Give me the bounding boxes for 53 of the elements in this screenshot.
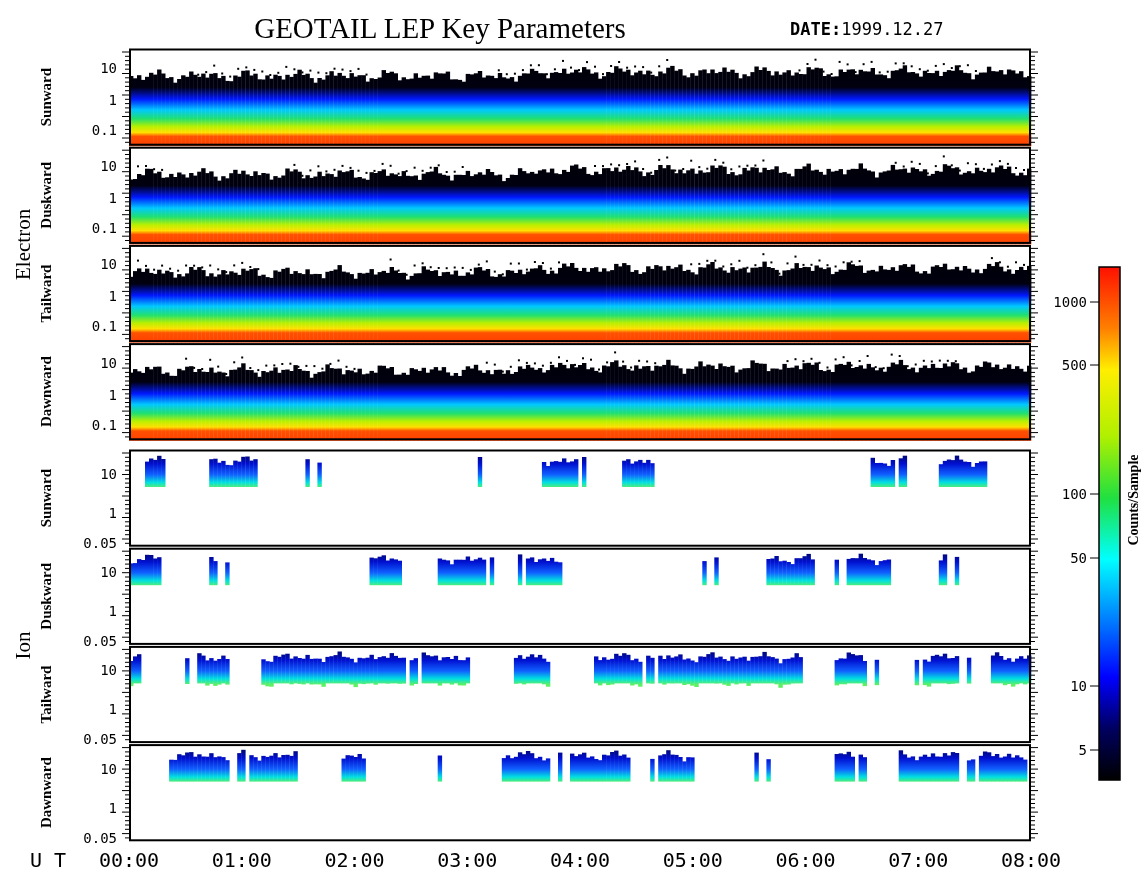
axis-tick-label: 10 bbox=[100, 60, 117, 76]
axis-tick-label: 0.05 bbox=[83, 633, 117, 650]
colorbar-label: Counts/Sample bbox=[1126, 454, 1141, 546]
axis-tick-label: 1 bbox=[108, 92, 117, 108]
axis-tick-label: 10 bbox=[100, 354, 117, 371]
axis-tick-label: 0.1 bbox=[91, 122, 117, 138]
axis-tick-label: 1 bbox=[108, 603, 117, 620]
axis-tick-label: 1 bbox=[108, 386, 117, 403]
axis-tick-label: 1 bbox=[108, 505, 117, 521]
axis-label: U T bbox=[29, 848, 67, 872]
time-tick-label: 00:00 bbox=[98, 848, 160, 872]
panel-label: Tailward bbox=[38, 264, 54, 323]
axis-tick-label: 10 bbox=[100, 760, 117, 777]
colorbar-tick-label: 5 bbox=[1078, 742, 1087, 758]
colorbar-tick-label: 10 bbox=[1070, 678, 1087, 694]
axis-tick-label: 10 bbox=[100, 256, 117, 273]
axis-tick-label: 10 bbox=[100, 158, 117, 175]
time-tick-label: 02:00 bbox=[324, 848, 385, 872]
panel-label: Dawnward bbox=[38, 356, 54, 428]
axis-tick-label: 0.05 bbox=[83, 535, 117, 551]
axis-tick-label: 10 bbox=[100, 662, 117, 679]
panel-label: Sunward bbox=[38, 67, 54, 127]
axis-tick-label: 0.05 bbox=[83, 829, 117, 846]
time-tick-label: 04:00 bbox=[549, 848, 611, 872]
panel-label: Tailward bbox=[38, 665, 54, 724]
time-tick-label: 07:00 bbox=[888, 848, 949, 872]
panel-label: Duskward bbox=[38, 161, 54, 229]
time-tick-label: 03:00 bbox=[437, 848, 498, 872]
axis-tick-label: 1 bbox=[108, 288, 117, 305]
colorbar-tick-label: 50 bbox=[1070, 550, 1087, 566]
axis-tick-label: 1 bbox=[108, 701, 117, 718]
axis-tick-label: 1 bbox=[108, 190, 117, 207]
panel-label: Dawnward bbox=[38, 757, 54, 829]
panel-label: Sunward bbox=[38, 468, 54, 528]
time-tick-label: 06:00 bbox=[775, 848, 836, 872]
axis-tick-label: 0.05 bbox=[83, 731, 117, 748]
time-tick-label: 01:00 bbox=[211, 848, 272, 872]
plot-title: GEOTAIL LEP Key Parameters bbox=[254, 12, 626, 44]
time-tick-label: 08:00 bbox=[1000, 848, 1062, 872]
time-tick-label: 05:00 bbox=[662, 848, 723, 872]
colorbar-tick-label: 100 bbox=[1061, 486, 1087, 502]
date-label: DATE:1999.12.27 bbox=[790, 18, 944, 40]
panel-label: Duskward bbox=[38, 562, 54, 630]
group-label: Electron bbox=[11, 208, 35, 280]
axis-tick-label: 10 bbox=[100, 466, 117, 482]
axis-tick-label: 0.1 bbox=[91, 416, 117, 433]
axis-tick-label: 10 bbox=[100, 564, 117, 581]
colorbar-tick-label: 500 bbox=[1061, 357, 1087, 373]
axis-tick-label: 0.1 bbox=[91, 318, 117, 335]
axis-tick-label: 0.1 bbox=[91, 220, 117, 237]
colorbar-tick-label: 1000 bbox=[1053, 294, 1087, 310]
axis-tick-label: 1 bbox=[108, 799, 117, 816]
group-label: Ion bbox=[11, 631, 35, 660]
